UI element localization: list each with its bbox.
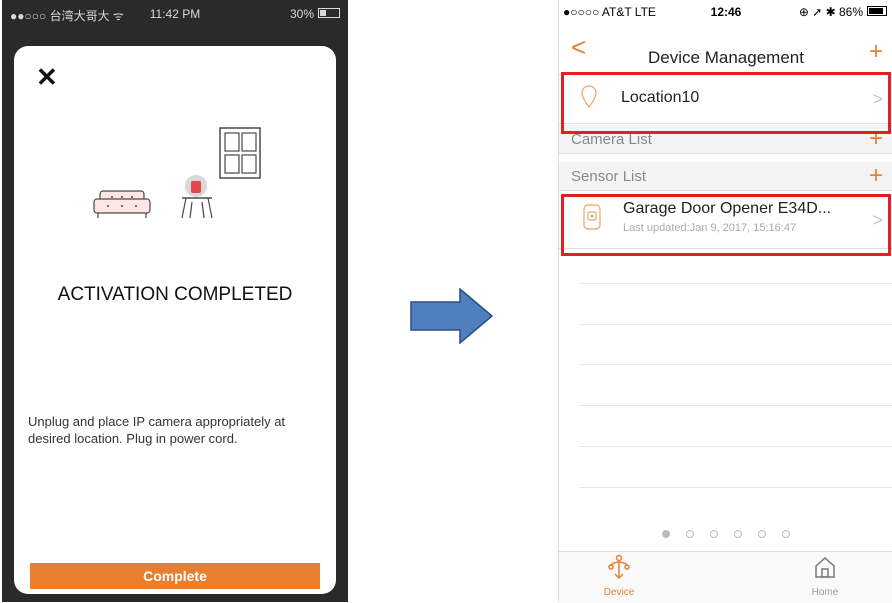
tab-device[interactable]: Device <box>579 554 659 598</box>
battery-icon <box>867 6 887 16</box>
list-divider <box>579 283 892 284</box>
page-dot[interactable] <box>734 530 742 538</box>
page-indicator <box>559 530 892 538</box>
home-tab-icon <box>815 556 835 578</box>
right-arrow-icon <box>410 288 494 344</box>
tab-device-label: Device <box>603 587 635 598</box>
left-battery-percent: 30% <box>289 7 314 21</box>
add-sensor-icon[interactable]: + <box>869 162 883 190</box>
activation-title: ACTIVATION COMPLETED <box>57 284 293 305</box>
tab-home[interactable]: Home <box>785 554 865 598</box>
close-icon[interactable]: ✕ <box>36 62 58 92</box>
list-divider <box>579 405 892 406</box>
sensor-list-section: Sensor List + <box>559 162 892 191</box>
list-divider <box>579 487 892 488</box>
status-icons: ⊕ ➚ ✱ 86% <box>798 5 863 19</box>
list-divider <box>579 324 892 325</box>
left-phone-screen: ●●○○○ 台湾大哥大 ᯤ 11:42 PM 30% ✕ ACTIVATION … <box>2 0 348 602</box>
activation-modal: ✕ ACTIVATION COMPLETED Unplug and place … <box>14 46 336 594</box>
battery-icon <box>318 8 340 18</box>
page-dot[interactable] <box>710 530 718 538</box>
instruction-text: Unplug and place IP camera appropriately… <box>28 414 286 446</box>
device-tab-icon <box>608 554 630 580</box>
navigation-bar: < Device Management + <box>559 22 892 72</box>
complete-button[interactable]: Complete <box>30 563 320 589</box>
sensor-highlight-box <box>561 194 891 256</box>
tab-home-label: Home <box>811 587 839 598</box>
page-dot[interactable] <box>782 530 790 538</box>
page-dot[interactable] <box>686 530 694 538</box>
left-status-bar: ●●○○○ 台湾大哥大 ᯤ 11:42 PM 30% <box>2 0 348 28</box>
list-divider <box>579 364 892 365</box>
list-divider <box>579 446 892 447</box>
room-illustration-icon <box>93 127 261 219</box>
add-icon[interactable]: + <box>869 40 883 64</box>
location-highlight-box <box>561 72 891 134</box>
page-title: Device Management <box>648 48 804 67</box>
right-phone-screen: ●○○○○ AT&T LTE 12:46 ⊕ ➚ ✱ 86% < Device … <box>558 0 892 603</box>
page-dot[interactable] <box>662 530 670 538</box>
sensor-list-label: Sensor List <box>571 168 647 185</box>
right-status-bar: ●○○○○ AT&T LTE 12:46 ⊕ ➚ ✱ 86% <box>559 0 892 22</box>
tab-bar: Device Home <box>559 551 892 603</box>
page-dot[interactable] <box>758 530 766 538</box>
